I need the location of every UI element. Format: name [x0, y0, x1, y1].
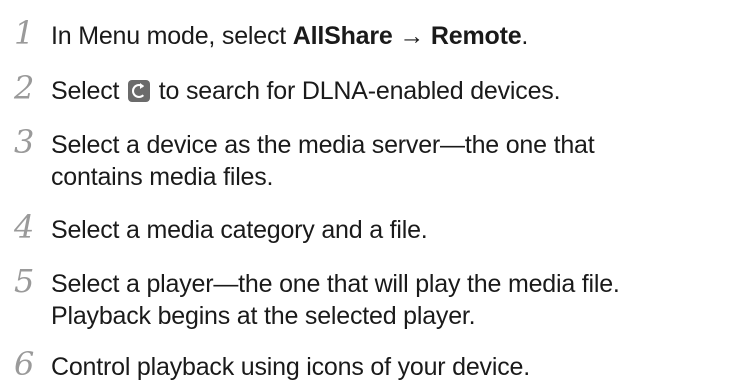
- step-text: Select to search for DLNA-enabled device…: [51, 77, 561, 105]
- step-text: Select a media category and a file.: [51, 216, 428, 244]
- step-text: Select a player—the one that will play t…: [51, 270, 620, 330]
- step-number: 2: [14, 69, 35, 107]
- step-number: 3: [14, 123, 35, 161]
- step-number: 4: [14, 208, 35, 246]
- search-refresh-icon: [128, 80, 151, 102]
- menu-path-allshare: AllShare: [292, 22, 393, 50]
- step-text: Select a device as the media server—the …: [51, 131, 595, 191]
- step-text: Control playback using icons of your dev…: [51, 353, 530, 381]
- step-number: 6: [14, 345, 35, 383]
- menu-path-remote: Remote: [430, 22, 522, 50]
- step-number: 1: [14, 14, 35, 52]
- step-text: In Menu mode, select AllShare → Remote.: [51, 22, 529, 50]
- step-number: 5: [14, 262, 35, 300]
